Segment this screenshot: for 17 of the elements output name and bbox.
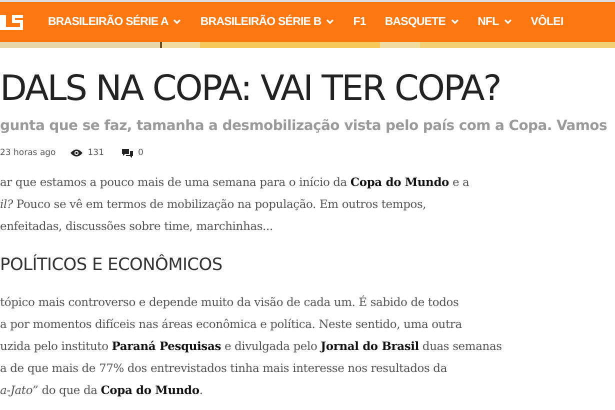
article-subtitle: gunta que se faz, tamanha a desmobilização vista pelo país com a Copa. Vamos [0,118,608,134]
article-title: DALS NA COPA: VAI TER COPA? [0,68,502,111]
nav-item[interactable]: BASQUETE [384,16,459,28]
nav-item[interactable]: F1 [353,16,366,28]
nav-item[interactable]: VÔLEI [530,16,564,28]
comment-count: 0 [138,148,144,158]
logo-icon[interactable] [0,13,24,31]
nav-item[interactable]: NFL [478,16,512,28]
nav-item[interactable]: BRASILEIRÃO SÉRIE B [200,16,334,28]
nav-item[interactable]: BRASILEIRÃO SÉRIE A [48,16,182,28]
article-paragraph: ar que estamos a pouco mais de uma semana para o início da Copa do Mundo e a il? Pouco se vê em termos de mobilização na população. Em outros tempos, enfeitadas, discussões sobre time, marchinhas... [0,174,470,235]
comments-icon [122,148,133,158]
view-count: 131 [88,148,104,158]
section-heading: POLÍTICOS E ECONÔMICOS [0,255,224,275]
post-time: 23 horas ago [0,148,56,158]
article-paragraph: tópico mais controverso e depende muito da visão de cada um. É sabido de todos a por momentos difíceis nas áreas econômica e política. Neste sentido, uma outra uzida pelo instituto Paraná Pesquisas e divulgada pelo Jornal do Brasil duas semanas a de que mais de 77% dos entrevistados tinha mais interesse nos resultados da a-Jato” do que da Copa do Mundo. [0,294,503,399]
eye-icon [70,149,83,157]
